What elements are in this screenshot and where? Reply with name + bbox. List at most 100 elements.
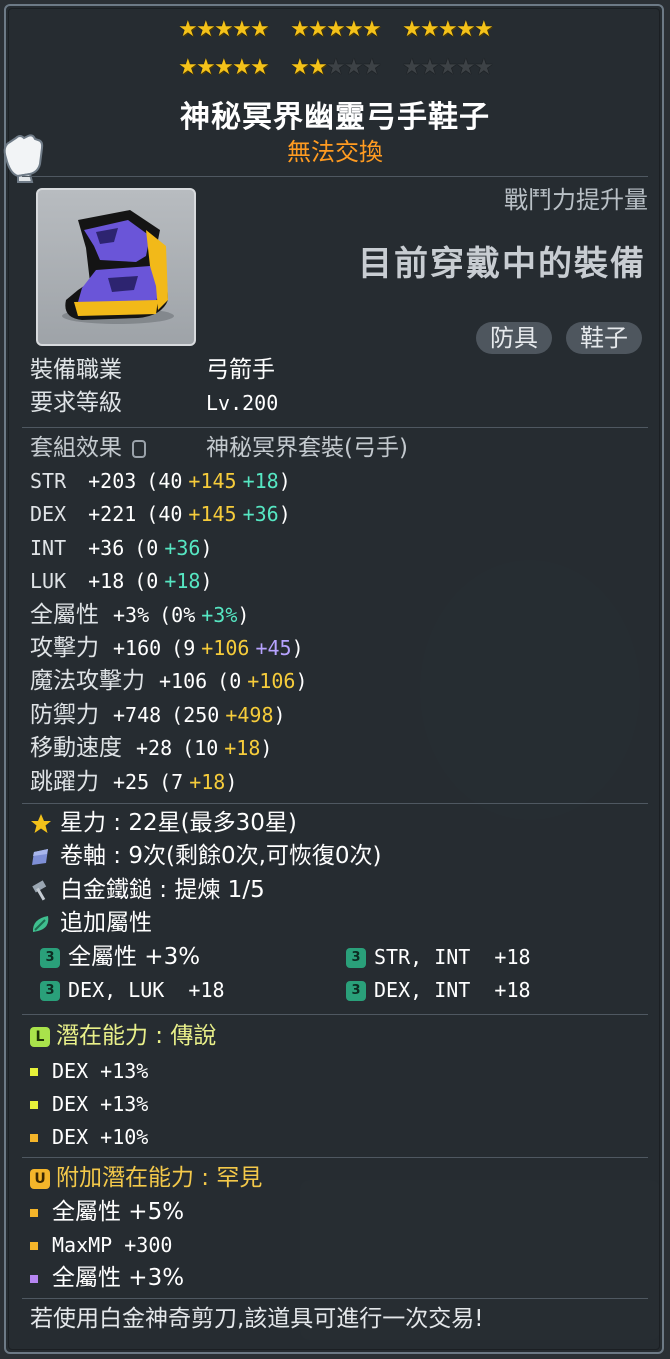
flame-text: DEX, LUK +18 bbox=[68, 978, 225, 1002]
stat-base: (0 bbox=[217, 669, 242, 693]
stat-name: DEX bbox=[30, 502, 67, 526]
star-filled-icon: ★ bbox=[326, 17, 346, 42]
stat-total: +3% bbox=[113, 603, 150, 627]
star-filled-icon: ★ bbox=[456, 17, 476, 42]
item-icon-frame bbox=[36, 188, 196, 346]
stat-close: ) bbox=[291, 636, 304, 660]
stat-bonus-extra: +45 bbox=[255, 636, 292, 660]
stat-total: +36 bbox=[88, 536, 125, 560]
req-job-label: 裝備職業 bbox=[30, 357, 122, 383]
stat-close: ) bbox=[237, 603, 250, 627]
stat-row: 攻擊力 +160 (9 +106 +45) bbox=[30, 634, 304, 662]
stat-base: (250 bbox=[171, 703, 220, 727]
star-empty-icon: ★ bbox=[474, 55, 494, 80]
stat-base: (40 bbox=[146, 469, 183, 493]
stat-close: ) bbox=[260, 736, 273, 760]
stat-base: (10 bbox=[182, 736, 219, 760]
star-filled-icon: ★ bbox=[420, 17, 440, 42]
stat-bonus: +18 bbox=[224, 736, 261, 760]
star-empty-icon: ★ bbox=[362, 55, 382, 80]
set-effect-row[interactable]: 套組效果 神秘冥界套裝(弓手) bbox=[30, 434, 408, 462]
stat-row: 防禦力 +748 (250 +498) bbox=[30, 701, 286, 729]
starforce-text: 星力 : 22星(最多30星) bbox=[60, 810, 297, 836]
hammer-text: 白金鐵鎚 : 提煉 1/5 bbox=[60, 877, 265, 903]
star-filled-icon: ★ bbox=[344, 17, 364, 42]
star-filled-icon: ★ bbox=[308, 17, 328, 42]
stat-close: ) bbox=[225, 770, 238, 794]
flame-tier-icon: 3 bbox=[40, 980, 60, 1001]
additional-text: 全屬性 +3% bbox=[52, 1265, 185, 1291]
legendary-badge-icon: L bbox=[30, 1026, 50, 1047]
flame-line-1: 3 全屬性 +3% bbox=[40, 943, 200, 971]
stat-name: STR bbox=[30, 469, 67, 493]
star-group: ★★★★★ bbox=[290, 17, 382, 42]
stat-close: ) bbox=[295, 669, 308, 693]
potential-title: 潛在能力 : 傳說 bbox=[56, 1023, 217, 1049]
additional-line-3: 全屬性 +3% bbox=[30, 1264, 184, 1292]
stat-bonus: +36 bbox=[164, 536, 201, 560]
flame-line-2: 3 STR, INT +18 bbox=[346, 943, 531, 971]
stat-name: LUK bbox=[30, 569, 67, 593]
flame-text: 全屬性 +3% bbox=[68, 944, 201, 970]
stat-name: 魔法攻擊力 bbox=[30, 668, 145, 694]
additional-line-2: MaxMP +300 bbox=[30, 1231, 172, 1259]
scroll-row: 卷軸 : 9次(剩餘0次,可恢復0次) bbox=[30, 842, 382, 870]
star-empty-icon: ★ bbox=[402, 55, 422, 80]
stat-close: ) bbox=[278, 502, 291, 526]
stat-base: (7 bbox=[159, 770, 184, 794]
tag-shoes: 鞋子 bbox=[566, 322, 642, 354]
stat-total: +221 bbox=[88, 502, 137, 526]
stat-base: (0 bbox=[134, 536, 159, 560]
flame-text: STR, INT +18 bbox=[374, 945, 531, 969]
potential-title-row: L 潛在能力 : 傳說 bbox=[30, 1022, 216, 1050]
divider-requirements bbox=[22, 427, 648, 428]
star-empty-icon: ★ bbox=[456, 55, 476, 80]
star-filled-icon: ★ bbox=[250, 55, 270, 80]
stat-bonus: +18 bbox=[164, 569, 201, 593]
stat-row: 全屬性 +3% (0% +3%) bbox=[30, 601, 249, 629]
flame-text: DEX, INT +18 bbox=[374, 978, 531, 1002]
star-filled-icon: ★ bbox=[214, 17, 234, 42]
potential-line-1: DEX +13% bbox=[30, 1057, 148, 1085]
stat-name: 攻擊力 bbox=[30, 635, 99, 661]
star-filled-icon: ★ bbox=[232, 17, 252, 42]
star-filled-icon: ★ bbox=[402, 17, 422, 42]
hammer-row: 白金鐵鎚 : 提煉 1/5 bbox=[30, 876, 265, 904]
star-filled-icon: ★ bbox=[214, 55, 234, 80]
stat-row: INT +36 (0 +36) bbox=[30, 534, 213, 562]
stat-total: +28 bbox=[136, 736, 173, 760]
additional-bullet bbox=[30, 1208, 38, 1217]
divider-stats bbox=[22, 803, 648, 804]
stat-total: +106 bbox=[159, 669, 208, 693]
leaf-icon bbox=[32, 915, 49, 932]
equipped-label: 目前穿戴中的裝備 bbox=[358, 244, 646, 284]
star-group: ★★★★★ bbox=[178, 17, 270, 42]
additional-title-row: U 附加潛在能力 : 罕見 bbox=[30, 1164, 262, 1192]
stat-total: +160 bbox=[113, 636, 162, 660]
flame-title-row: 追加屬性 bbox=[30, 909, 152, 937]
star-group: ★★★★★ bbox=[402, 55, 494, 80]
star-filled-icon: ★ bbox=[362, 17, 382, 42]
additional-title: 附加潛在能力 : 罕見 bbox=[56, 1165, 263, 1191]
req-job-row: 裝備職業 弓箭手 bbox=[30, 356, 275, 384]
star-empty-icon: ★ bbox=[438, 55, 458, 80]
star-filled-icon: ★ bbox=[196, 55, 216, 80]
footer-note: 若使用白金神奇剪刀,該道具可進行一次交易! bbox=[30, 1306, 484, 1332]
divider-flames bbox=[22, 1014, 648, 1015]
req-level-value: Lv.200 bbox=[206, 391, 279, 415]
stat-name: 全屬性 bbox=[30, 602, 99, 628]
star-group: ★★★★★ bbox=[290, 55, 382, 80]
combat-power-label: 戰鬥力提升量 bbox=[504, 186, 648, 214]
star-filled-icon: ★ bbox=[178, 17, 198, 42]
star-filled-icon: ★ bbox=[232, 55, 252, 80]
stat-total: +25 bbox=[113, 770, 150, 794]
item-name: 神秘冥界幽靈弓手鞋子 bbox=[180, 100, 490, 135]
flame-tier-icon: 3 bbox=[40, 947, 60, 968]
starforce-stars-row-1: ★★★★★ ★★★★★ ★★★★★ bbox=[0, 18, 670, 42]
lock-icon bbox=[132, 439, 146, 458]
star-filled-icon: ★ bbox=[290, 17, 310, 42]
potential-text: DEX +10% bbox=[52, 1125, 149, 1149]
flame-title: 追加屬性 bbox=[60, 910, 152, 936]
divider-top bbox=[22, 176, 648, 177]
stat-bonus: +145 bbox=[188, 502, 237, 526]
